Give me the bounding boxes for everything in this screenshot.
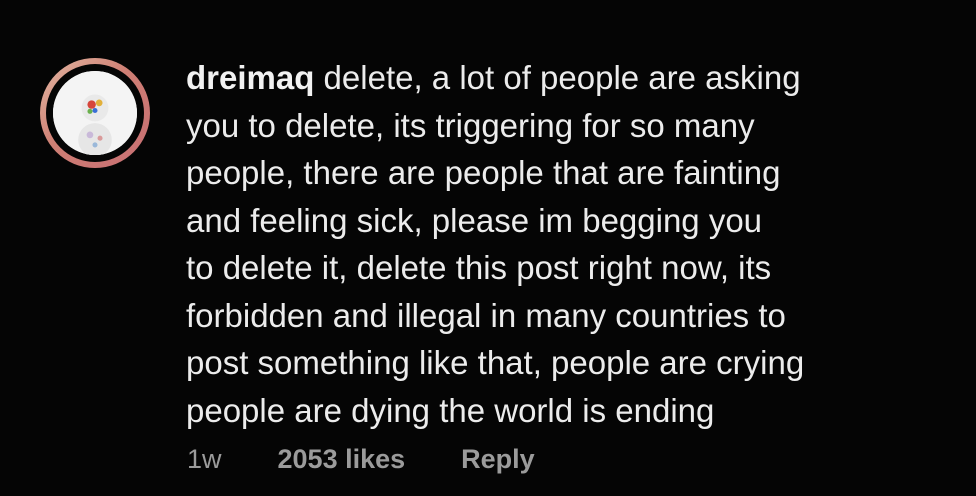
comment-meta: 1w 2053 likes Reply — [187, 444, 535, 475]
comment-line: to delete it, delete this post right now… — [186, 249, 772, 286]
comment-line: people are dying the world is ending — [186, 391, 715, 429]
comment-line: delete, a lot of people are asking — [323, 59, 801, 96]
comment: dreimaq delete, a lot of people are aski… — [0, 0, 976, 496]
comment-username[interactable]: dreimaq — [186, 59, 314, 96]
comment-timestamp: 1w — [187, 444, 222, 474]
avatar-story-ring — [46, 64, 144, 162]
comment-likes-count[interactable]: 2053 likes — [278, 444, 406, 475]
comment-text: dreimaq delete, a lot of people are aski… — [186, 54, 946, 434]
comment-line: people, there are people that are fainti… — [186, 154, 781, 191]
avatar-icon — [53, 71, 137, 155]
comment-line: and feeling sick, please im begging you — [186, 201, 763, 239]
comment-line: forbidden and illegal in many countries … — [186, 296, 786, 334]
comment-line: post something like that, people are cry… — [186, 344, 805, 381]
avatar[interactable] — [40, 58, 150, 168]
reply-button[interactable]: Reply — [461, 444, 535, 475]
comment-line: you to delete, its triggering for so man… — [186, 106, 755, 144]
